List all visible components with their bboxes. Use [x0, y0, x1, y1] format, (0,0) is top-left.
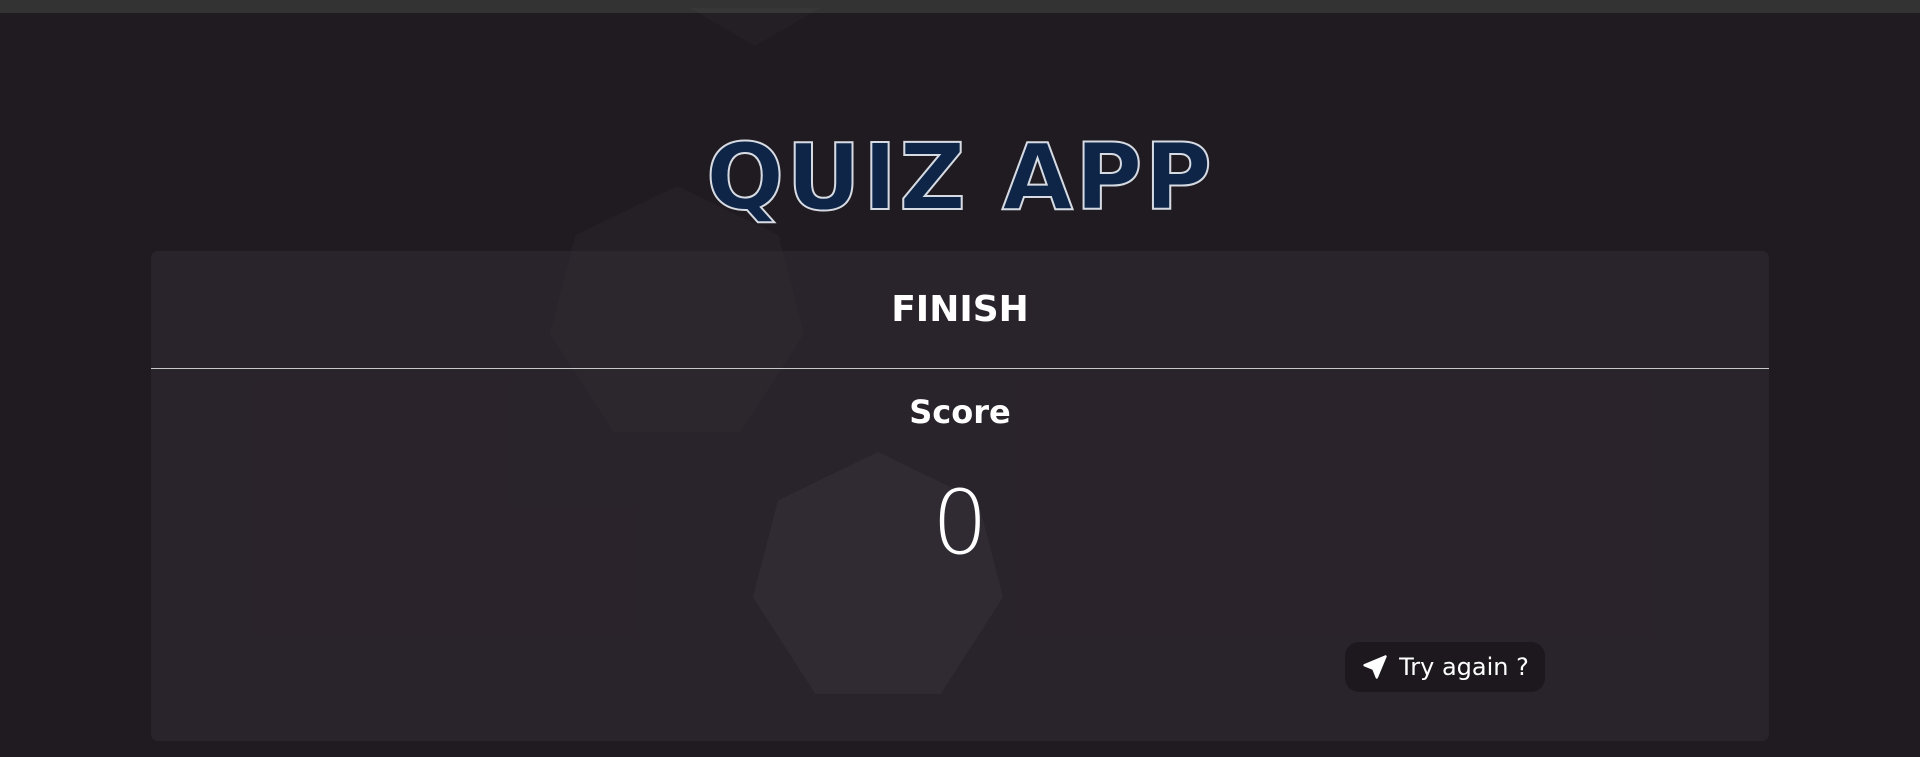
app-title: QUIZ APP: [705, 123, 1214, 232]
finish-heading: FINISH: [891, 289, 1029, 330]
top-bar: [0, 0, 1920, 13]
card-header: FINISH: [151, 251, 1769, 369]
try-again-label: Try again ?: [1399, 653, 1529, 681]
score-label: Score: [909, 393, 1011, 431]
send-icon: [1361, 653, 1389, 681]
try-again-button[interactable]: Try again ?: [1345, 642, 1545, 692]
score-value: 0: [932, 471, 988, 574]
result-card: FINISH Score 0 Try again ?: [151, 251, 1769, 741]
background-shape: [690, 8, 820, 46]
